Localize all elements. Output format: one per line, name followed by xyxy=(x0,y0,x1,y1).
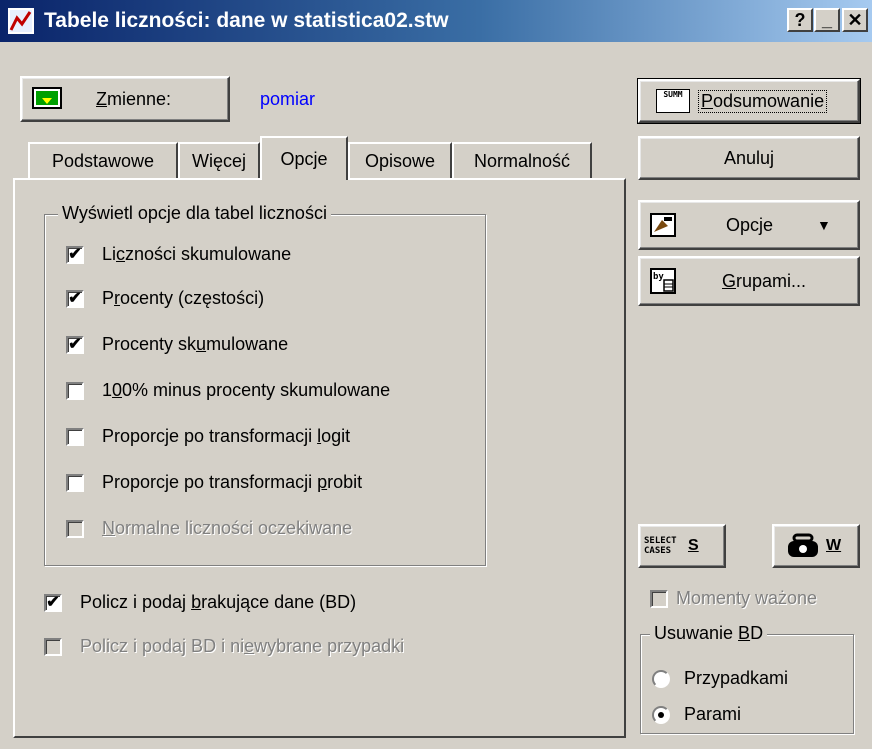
weights-label: W xyxy=(826,537,842,554)
cancel-button[interactable]: Anuluj xyxy=(638,136,860,180)
summary-button[interactable]: SUMM Podsumowanie xyxy=(637,78,861,124)
close-button[interactable]: ✕ xyxy=(842,8,868,32)
label-percents: Procenty (częstości) xyxy=(102,288,265,308)
tab-basic[interactable]: Podstawowe xyxy=(28,142,178,178)
title-bar[interactable]: Tabele liczności: dane w statistica02.st… xyxy=(0,0,872,42)
label-count-md: Policz i podaj brakujące dane (BD) xyxy=(80,592,357,612)
tab-descriptives[interactable]: Opisowe xyxy=(348,142,452,178)
display-options-legend: Wyświetl opcje dla tabel liczności xyxy=(58,203,331,224)
window-title: Tabele liczności: dane w statistica02.st… xyxy=(44,9,449,32)
checkbox-cumulative-counts[interactable]: ✔ xyxy=(66,246,84,264)
by-group-button[interactable]: by Grupami... xyxy=(638,256,860,306)
variables-icon xyxy=(32,87,62,109)
select-cases-label: S xyxy=(688,537,699,554)
label-count-md-unselected: Policz i podaj BD i niewybrane przypadki xyxy=(80,636,405,656)
md-deletion-legend: Usuwanie BD xyxy=(650,623,768,644)
label-cumulative-counts: Liczności skumulowane xyxy=(102,244,292,264)
checkbox-count-md-unselected[interactable] xyxy=(44,638,62,656)
help-button[interactable]: ? xyxy=(787,8,813,32)
variables-value: pomiar xyxy=(260,89,316,109)
label-casewise: Przypadkami xyxy=(684,668,789,688)
select-cases-icon: SELECT CASES xyxy=(644,536,677,556)
radio-pairwise[interactable] xyxy=(652,706,670,724)
label-pairwise: Parami xyxy=(684,704,742,724)
svg-text:by: by xyxy=(653,272,664,282)
summary-button-label: Podsumowanie xyxy=(698,89,828,113)
checkbox-weighted-moments[interactable] xyxy=(650,590,668,608)
label-100-minus: 100% minus procenty skumulowane xyxy=(102,380,391,400)
checkbox-100-minus[interactable] xyxy=(66,382,84,400)
by-group-icon: by xyxy=(650,268,676,294)
radio-selected-dot xyxy=(658,712,664,718)
label-probit: Proporcje po transformacji probit xyxy=(102,472,363,492)
checkbox-count-md[interactable]: ✔ xyxy=(44,594,62,612)
tab-normality[interactable]: Normalność xyxy=(452,142,592,178)
options-icon xyxy=(650,213,676,237)
checkbox-percents[interactable]: ✔ xyxy=(66,290,84,308)
cancel-button-label: Anuluj xyxy=(723,147,775,168)
options-button[interactable]: Opcje ▼ xyxy=(638,200,860,250)
options-button-label: Opcje xyxy=(726,214,774,235)
weights-button[interactable]: W xyxy=(772,524,860,568)
checkbox-logit[interactable] xyxy=(66,428,84,446)
variables-button-label: Zmienne: xyxy=(96,88,172,109)
checkbox-expected-normal[interactable] xyxy=(66,520,84,538)
label-cumulative-percents: Procenty skumulowane xyxy=(102,334,289,354)
label-expected-normal: Normalne liczności oczekiwane xyxy=(102,518,353,538)
app-icon xyxy=(8,8,34,34)
minimize-button[interactable]: _ xyxy=(814,8,840,32)
tab-more[interactable]: Więcej xyxy=(178,142,260,178)
label-logit: Proporcje po transformacji logit xyxy=(102,426,351,446)
variables-button[interactable]: Zmienne: xyxy=(20,76,230,122)
by-group-button-label: Grupami... xyxy=(722,270,807,291)
select-cases-button[interactable]: SELECT CASES S xyxy=(638,524,726,568)
radio-casewise[interactable] xyxy=(652,670,670,688)
checkbox-cumulative-percents[interactable]: ✔ xyxy=(66,336,84,354)
weight-icon xyxy=(788,533,818,557)
chevron-down-icon: ▼ xyxy=(817,217,831,233)
checkbox-probit[interactable] xyxy=(66,474,84,492)
tab-options[interactable]: Opcje xyxy=(260,136,348,180)
summary-icon: SUMM xyxy=(656,89,690,113)
label-weighted-moments: Momenty ważone xyxy=(676,588,818,608)
